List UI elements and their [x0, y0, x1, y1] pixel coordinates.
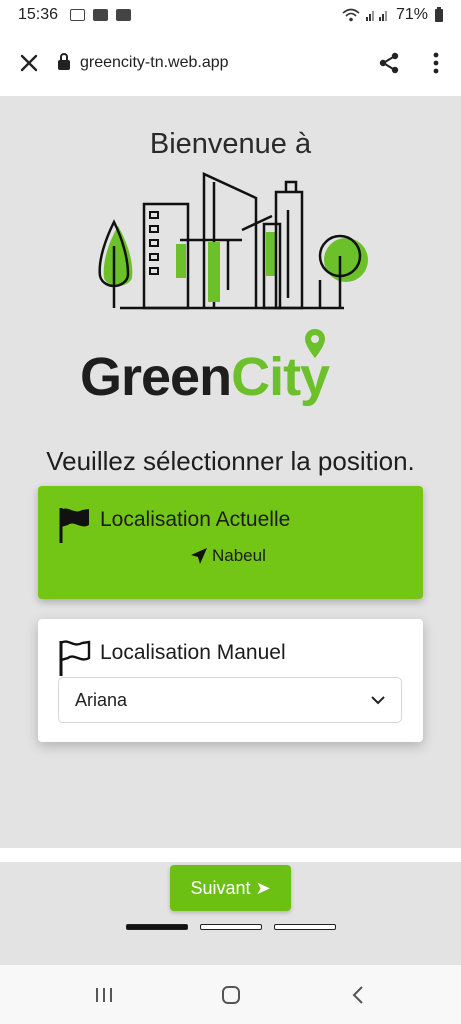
camera-notification-icon	[70, 9, 86, 21]
recent-apps-icon	[95, 987, 112, 1002]
current-location-card[interactable]: Localisation Actuelle Nabeul	[38, 486, 423, 599]
back-button[interactable]	[338, 975, 378, 1015]
android-navigation-bar	[0, 965, 461, 1024]
close-button[interactable]	[0, 30, 58, 96]
welcome-heading: Bienvenue à	[149, 128, 312, 160]
step-dot-2	[200, 924, 262, 930]
home-icon	[221, 985, 240, 1004]
navigation-arrow-icon	[191, 548, 207, 564]
home-button[interactable]	[211, 975, 251, 1015]
more-vert-icon	[433, 52, 439, 74]
current-location-place: Nabeul	[212, 546, 266, 565]
governorate-select[interactable]: Ariana	[58, 677, 402, 723]
select-position-prompt: Veuillez sélectionner la position.	[46, 446, 415, 476]
brand-text-green: Green	[80, 347, 232, 407]
more-options-button[interactable]	[411, 30, 461, 96]
current-location-title: Localisation Actuelle	[100, 508, 291, 531]
step-indicator	[126, 924, 336, 930]
manual-location-title: Localisation Manuel	[100, 641, 286, 664]
status-bar: 15:36 71%	[0, 0, 461, 30]
battery-icon	[435, 6, 443, 22]
flag-filled-icon	[59, 508, 89, 543]
city-skyline-logo	[98, 172, 368, 310]
share-button[interactable]	[367, 30, 411, 96]
back-icon	[352, 985, 363, 1004]
recent-apps-button[interactable]	[84, 975, 124, 1015]
current-location-value: Nabeul	[190, 546, 266, 566]
signal-icon	[365, 11, 387, 21]
location-pin-icon	[305, 329, 325, 358]
close-icon	[20, 54, 38, 72]
url-text[interactable]: greencity-tn.web.app	[80, 54, 229, 72]
facebook-notification-icon	[116, 9, 132, 21]
flag-outline-icon	[59, 640, 91, 676]
step-dot-3	[274, 924, 336, 930]
page-content: Bienvenue à GreenCity Veuillez sélection…	[0, 96, 461, 848]
chevron-down-icon	[371, 695, 385, 704]
next-button[interactable]: Suivant ➤	[170, 865, 291, 911]
step-dot-1	[126, 924, 188, 930]
lock-icon	[58, 53, 70, 70]
share-icon	[379, 52, 399, 74]
status-time: 15:36	[18, 6, 59, 23]
app-notification-icon	[93, 9, 109, 21]
footer: Suivant ➤	[0, 862, 461, 965]
governorate-selected-value: Ariana	[75, 689, 128, 710]
brand-logo: GreenCity	[80, 346, 330, 408]
battery-percent: 71%	[395, 6, 428, 23]
browser-toolbar: greencity-tn.web.app	[0, 30, 461, 96]
wifi-icon	[342, 8, 360, 22]
manual-location-card: Localisation Manuel Ariana	[38, 619, 423, 742]
